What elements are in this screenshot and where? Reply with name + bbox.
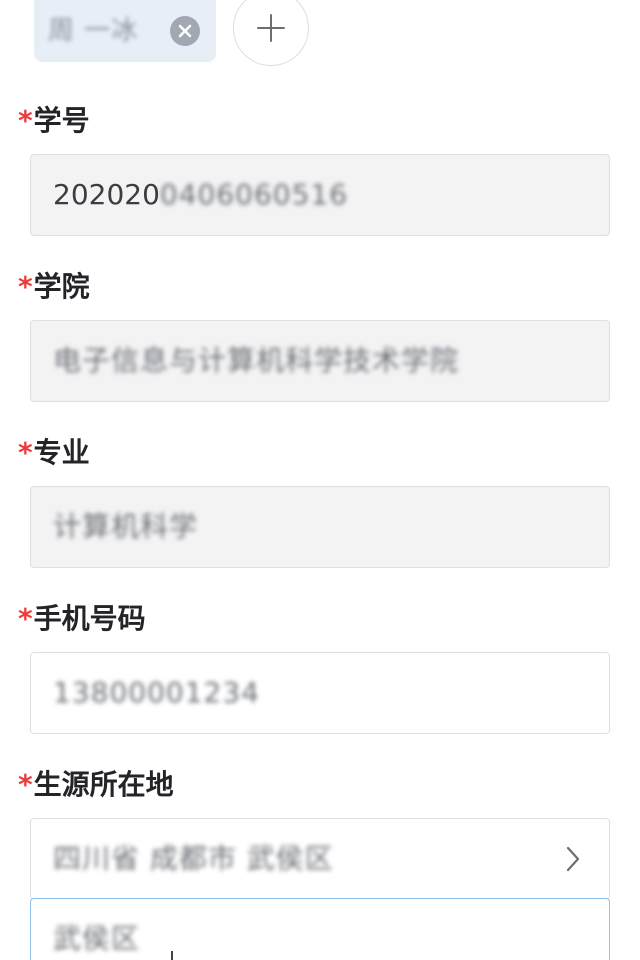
college-label: *学院 [18,270,90,303]
attachment-tag[interactable]: 周 一冰 [34,0,216,62]
phone-value: 13800001234 [53,676,260,709]
text-cursor [171,951,173,960]
major-value: 计算机科学 [53,510,199,543]
major-field: 计算机科学 [30,486,610,568]
phone-input[interactable]: 13800001234 [30,652,610,734]
major-label: *专业 [18,436,90,469]
origin-detail-value: 武侯区 [53,922,141,955]
phone-label: *手机号码 [18,602,146,635]
student-id-field: 2020200406060516 [30,154,610,236]
college-field: 电子信息与计算机科学技术学院 [30,320,610,402]
origin-label: *生源所在地 [18,768,174,801]
attachment-tag-text: 周 一冰 [48,16,139,46]
student-id-label: *学号 [18,104,90,137]
required-mark: * [18,104,33,137]
college-value: 电子信息与计算机科学技术学院 [53,344,460,377]
plus-icon [257,14,285,42]
origin-region-picker[interactable]: 四川省 成都市 武侯区 [30,818,610,900]
close-icon[interactable] [170,16,200,46]
origin-region-value: 四川省 成都市 武侯区 [53,842,334,875]
add-attachment-button[interactable] [233,0,309,66]
chevron-right-icon [566,846,580,872]
origin-detail-input[interactable]: 武侯区 [30,898,610,960]
form-page: 周 一冰 *学号 2020200406060516 *学院 电子信息与计算机科学… [0,0,640,960]
student-id-value: 2020200406060516 [53,178,349,211]
